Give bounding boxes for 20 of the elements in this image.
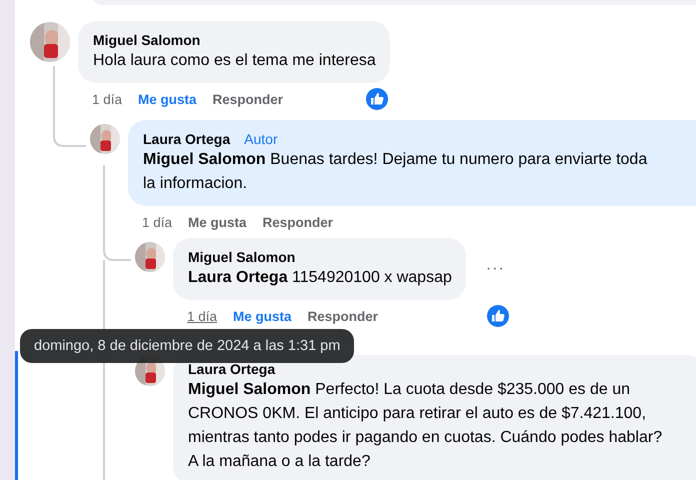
reply-link[interactable]: Responder (308, 308, 378, 324)
date-tooltip: domingo, 8 de diciembre de 2024 a las 1:31 pm (20, 329, 354, 363)
like-link[interactable]: Me gusta (138, 92, 197, 106)
timestamp-link[interactable]: 1 día (92, 92, 122, 106)
author-name[interactable]: Miguel Salomon (188, 248, 296, 266)
more-options-button[interactable]: ··· (480, 260, 511, 278)
author-name[interactable]: Miguel Salomon (93, 31, 200, 49)
like-link[interactable]: Me gusta (188, 214, 247, 230)
author-name[interactable]: Laura Ortega (188, 360, 276, 378)
comment-text: Miguel Salomon Perfecto! La cuota desde $235.000 es de un CRONOS 0KM. El anticipo para retirar el auto es de $7.421.100, mientras tanto podes ir pagando en cuotas. Cuándo podes hablar? A la mañana o a la tarde? (188, 380, 664, 472)
timestamp-link[interactable]: 1 día (142, 214, 172, 230)
reply-link[interactable]: Responder (212, 92, 284, 106)
comment-text: Laura Ortega 1154920100 x wapsap (188, 268, 452, 288)
like-link[interactable]: Me gusta (233, 308, 292, 324)
author-label: Autor (244, 130, 278, 148)
author-name[interactable]: Laura Ortega (143, 130, 230, 148)
timestamp-link[interactable]: 1 día (187, 308, 218, 324)
comment-text: Hola laura como es el tema me interesa (93, 51, 376, 71)
comment-text: Miguel Salomon Buenas tardes! Dejame tu numero para enviarte toda la informacion. (143, 150, 648, 194)
reply-link[interactable]: Responder (262, 214, 334, 230)
